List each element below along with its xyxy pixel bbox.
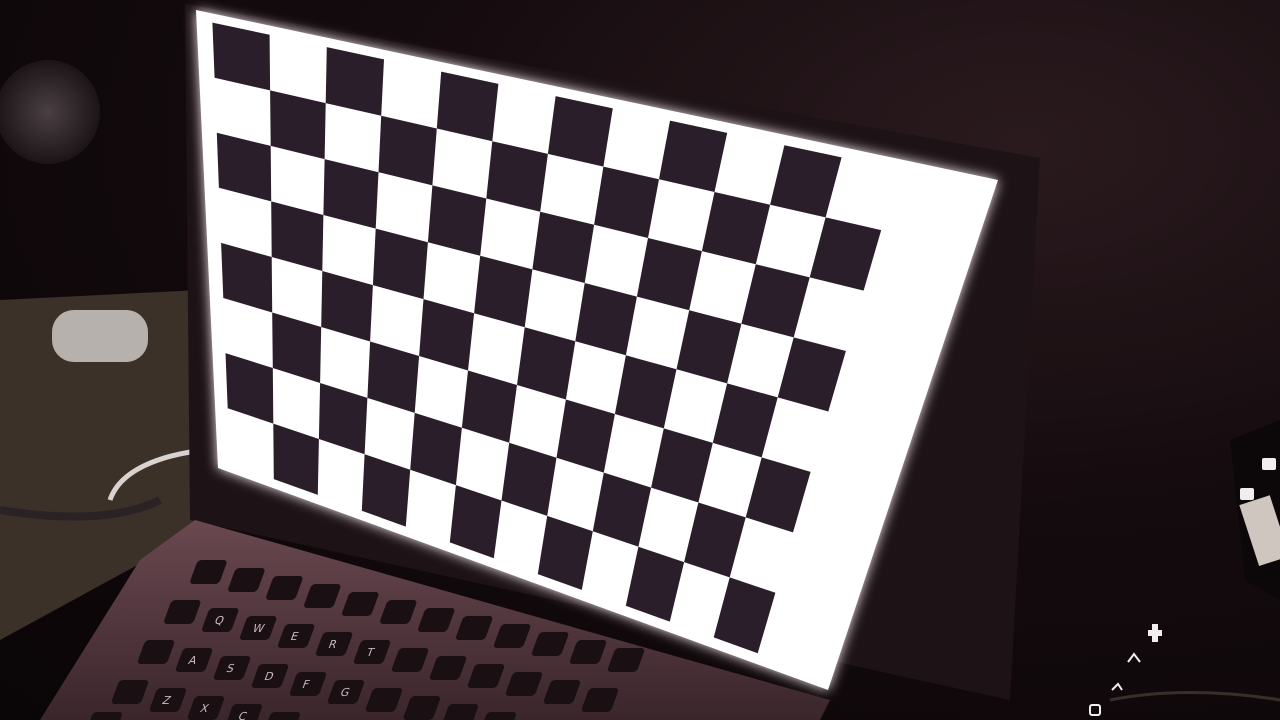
square-icon <box>1089 704 1101 716</box>
arrow-icon <box>1111 682 1123 691</box>
wave-icon <box>1127 652 1141 663</box>
checker-square <box>547 96 613 167</box>
airpods-case <box>52 310 148 362</box>
square-icon <box>1240 488 1254 500</box>
photo-scene: QWERTASDFGZXCV <box>0 4 1280 720</box>
plus-icon <box>1148 624 1162 642</box>
phone-cable <box>1109 691 1280 702</box>
square-icon <box>1262 458 1276 470</box>
phone-icons <box>1089 458 1276 716</box>
lamp-object <box>0 60 100 164</box>
